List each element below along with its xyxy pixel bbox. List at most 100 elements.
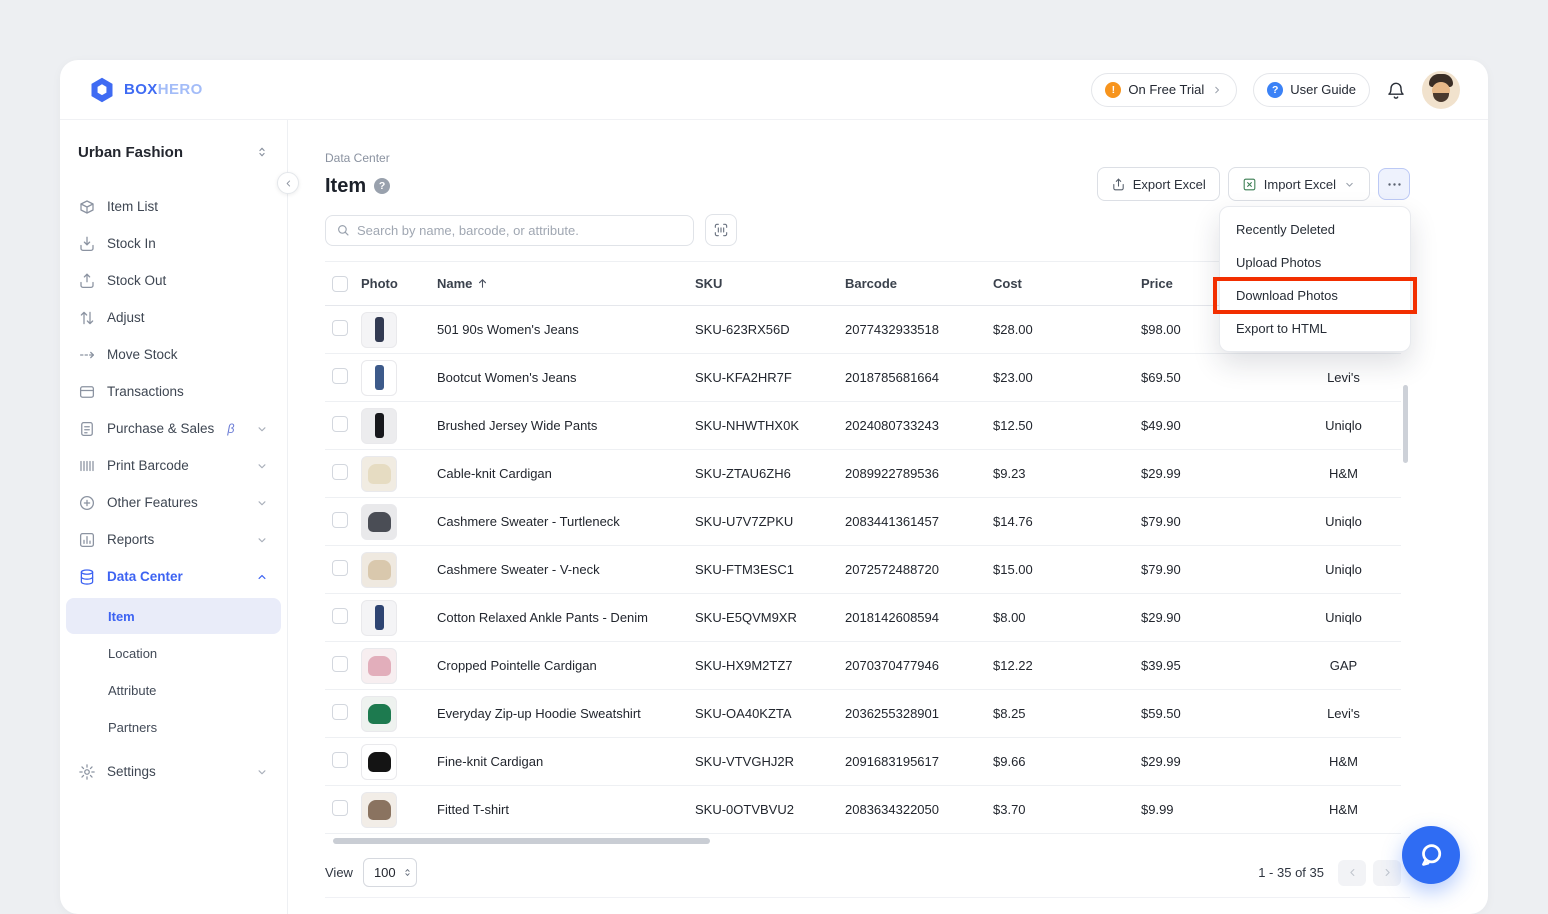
- sidebar-item-item-list[interactable]: Item List: [60, 188, 287, 225]
- next-page-button[interactable]: [1373, 860, 1401, 886]
- item-sku: SKU-VTVGHJ2R: [695, 754, 845, 769]
- sidebar-item-move-stock[interactable]: Move Stock: [60, 336, 287, 373]
- item-cost: $28.00: [993, 322, 1141, 337]
- table-row[interactable]: Cable-knit CardiganSKU-ZTAU6ZH6208992278…: [325, 450, 1401, 498]
- view-label: View: [325, 865, 353, 880]
- row-checkbox[interactable]: [332, 416, 348, 432]
- sidebar-item-reports[interactable]: Reports: [60, 521, 287, 558]
- column-header[interactable]: SKU: [695, 276, 845, 291]
- column-header[interactable]: Name: [437, 276, 695, 291]
- column-header[interactable]: Photo: [361, 276, 437, 291]
- chat-help-button[interactable]: [1402, 826, 1460, 884]
- table-row[interactable]: Cashmere Sweater - V-neckSKU-FTM3ESC1207…: [325, 546, 1401, 594]
- boxhero-logo[interactable]: BOXHERO: [88, 76, 203, 104]
- sidebar-collapse-button[interactable]: [277, 172, 299, 194]
- menu-item-upload-photos[interactable]: Upload Photos: [1220, 246, 1410, 279]
- purchase-sales-icon: [78, 420, 96, 438]
- table-row[interactable]: Bootcut Women's JeansSKU-KFA2HR7F2018785…: [325, 354, 1401, 402]
- row-checkbox[interactable]: [332, 752, 348, 768]
- table-row[interactable]: Fitted T-shirtSKU-0OTVBVU22083634322050$…: [325, 786, 1401, 834]
- sidebar-item-data-center[interactable]: Data Center: [60, 558, 287, 595]
- item-photo: [361, 696, 397, 732]
- menu-item-recently-deleted[interactable]: Recently Deleted: [1220, 213, 1410, 246]
- row-checkbox[interactable]: [332, 560, 348, 576]
- sidebar-item-transactions[interactable]: Transactions: [60, 373, 287, 410]
- table-row[interactable]: Everyday Zip-up Hoodie SweatshirtSKU-OA4…: [325, 690, 1401, 738]
- table-row[interactable]: Cotton Relaxed Ankle Pants - DenimSKU-E5…: [325, 594, 1401, 642]
- table-row[interactable]: Cashmere Sweater - TurtleneckSKU-U7V7ZPK…: [325, 498, 1401, 546]
- sidebar-item-print-barcode[interactable]: Print Barcode: [60, 447, 287, 484]
- sidebar-subitem-attribute[interactable]: Attribute: [66, 672, 281, 708]
- column-label: Cost: [993, 276, 1022, 291]
- print-barcode-icon: [78, 457, 96, 475]
- column-header[interactable]: Cost: [993, 276, 1141, 291]
- item-sku: SKU-OA40KZTA: [695, 706, 845, 721]
- table-row[interactable]: Brushed Jersey Wide PantsSKU-NHWTHX0K202…: [325, 402, 1401, 450]
- page-size-select[interactable]: 100: [363, 858, 417, 887]
- sidebar-item-stock-in[interactable]: Stock In: [60, 225, 287, 262]
- column-header[interactable]: Barcode: [845, 276, 993, 291]
- row-checkbox[interactable]: [332, 800, 348, 816]
- user-guide-label: User Guide: [1290, 82, 1356, 97]
- column-label: Name: [437, 276, 472, 291]
- table-body: 501 90s Women's JeansSKU-623RX56D2077432…: [325, 306, 1401, 834]
- table-row[interactable]: Cropped Pointelle CardiganSKU-HX9M2TZ720…: [325, 642, 1401, 690]
- sidebar-item-other-features[interactable]: Other Features: [60, 484, 287, 521]
- export-icon: [1111, 177, 1126, 192]
- user-guide-button[interactable]: ? User Guide: [1253, 73, 1370, 107]
- item-barcode: 2091683195617: [845, 754, 993, 769]
- row-checkbox[interactable]: [332, 512, 348, 528]
- workspace-sort-icon[interactable]: [255, 145, 269, 159]
- item-cost: $8.25: [993, 706, 1141, 721]
- table-row[interactable]: Fine-knit CardiganSKU-VTVGHJ2R2091683195…: [325, 738, 1401, 786]
- sidebar-item-settings[interactable]: Settings: [60, 753, 287, 790]
- sidebar-item-label: Other Features: [107, 495, 198, 510]
- sidebar-item-stock-out[interactable]: Stock Out: [60, 262, 287, 299]
- question-icon: ?: [1267, 82, 1283, 98]
- item-barcode: 2072572488720: [845, 562, 993, 577]
- notifications-bell-icon[interactable]: [1386, 80, 1406, 100]
- topbar: BOXHERO ! On Free Trial ? User Guide: [60, 60, 1488, 120]
- barcode-scan-button[interactable]: [705, 214, 737, 246]
- menu-item-download-photos[interactable]: Download Photos: [1220, 279, 1410, 312]
- item-cost: $9.66: [993, 754, 1141, 769]
- help-icon[interactable]: ?: [374, 178, 390, 194]
- select-all-checkbox[interactable]: [332, 276, 348, 292]
- move-stock-icon: [78, 346, 96, 364]
- item-name: Cashmere Sweater - Turtleneck: [437, 514, 695, 529]
- row-checkbox[interactable]: [332, 464, 348, 480]
- row-checkbox[interactable]: [332, 608, 348, 624]
- free-trial-button[interactable]: ! On Free Trial: [1091, 73, 1237, 107]
- row-checkbox[interactable]: [332, 368, 348, 384]
- sidebar-subitem-partners[interactable]: Partners: [66, 709, 281, 745]
- menu-item-export-to-html[interactable]: Export to HTML: [1220, 312, 1410, 345]
- sidebar-item-purchase-sales[interactable]: Purchase & Salesβ: [60, 410, 287, 447]
- previous-page-button[interactable]: [1338, 860, 1366, 886]
- item-brand: H&M: [1286, 754, 1401, 769]
- main-content: Data Center Item ? Export Excel Import E…: [288, 120, 1488, 914]
- import-excel-button[interactable]: Import Excel: [1228, 167, 1370, 201]
- more-options-button[interactable]: [1378, 168, 1410, 200]
- vertical-scrollbar-thumb[interactable]: [1403, 385, 1408, 463]
- row-checkbox[interactable]: [332, 320, 348, 336]
- item-brand: GAP: [1286, 658, 1401, 673]
- item-brand: H&M: [1286, 466, 1401, 481]
- sidebar-item-adjust[interactable]: Adjust: [60, 299, 287, 336]
- sidebar-subitem-item[interactable]: Item: [66, 598, 281, 634]
- user-avatar[interactable]: [1422, 71, 1460, 109]
- item-photo: [361, 504, 397, 540]
- search-input[interactable]: [357, 223, 683, 238]
- item-photo: [361, 600, 397, 636]
- breadcrumb: Data Center: [325, 151, 1488, 165]
- search-box: [325, 215, 694, 246]
- row-checkbox[interactable]: [332, 704, 348, 720]
- horizontal-scrollbar-thumb[interactable]: [333, 838, 710, 844]
- sidebar-subitem-location[interactable]: Location: [66, 635, 281, 671]
- export-excel-button[interactable]: Export Excel: [1097, 167, 1220, 201]
- sidebar-item-label: Settings: [107, 764, 156, 779]
- row-checkbox[interactable]: [332, 656, 348, 672]
- export-excel-label: Export Excel: [1133, 177, 1206, 192]
- item-name: Fitted T-shirt: [437, 802, 695, 817]
- item-cost: $15.00: [993, 562, 1141, 577]
- workspace-switcher[interactable]: Urban Fashion: [60, 136, 287, 168]
